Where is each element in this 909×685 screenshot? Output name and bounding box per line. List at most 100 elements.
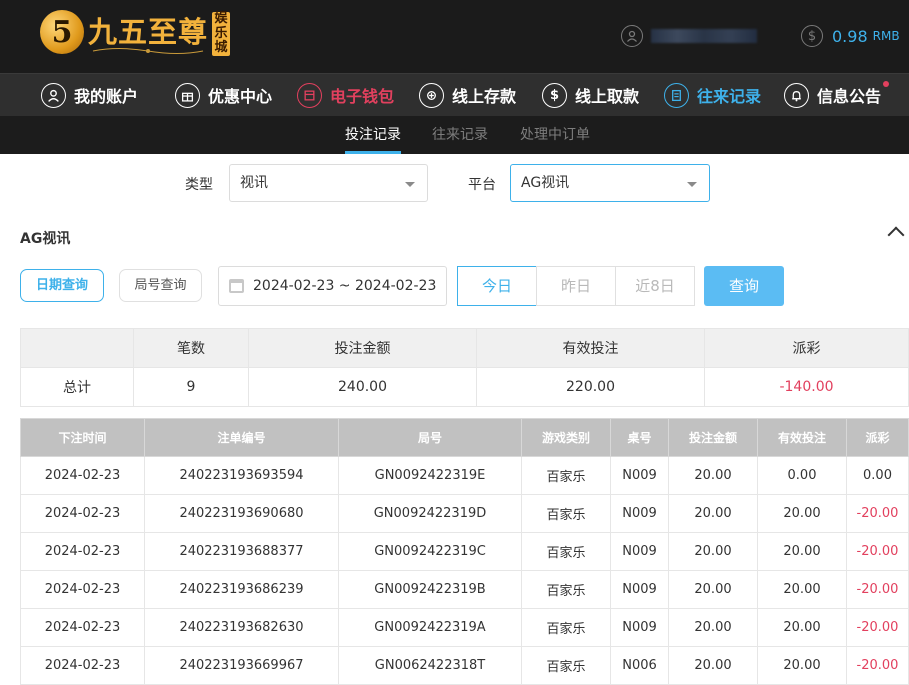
yesterday-button[interactable]: 昨日 — [536, 266, 616, 306]
top-bar: 5 九五至尊 娱乐城 $ 0.98 RMB — [0, 0, 909, 73]
cell-bet-amount: 20.00 — [668, 532, 758, 571]
nav-label: 信息公告 — [817, 87, 882, 106]
date-query-button[interactable]: 日期查询 — [20, 269, 104, 302]
platform-select[interactable]: AG视讯 — [510, 164, 710, 202]
summary-header-row: 笔数 投注金额 有效投注 派彩 — [20, 328, 909, 368]
gift-icon — [175, 82, 200, 108]
chevron-down-icon — [405, 182, 415, 187]
username-redacted — [651, 29, 757, 43]
records-header-row: 下注时间 注单编号 局号 游戏类别 桌号 投注金额 有效投注 派彩 — [20, 418, 909, 457]
round-query-button[interactable]: 局号查询 — [119, 269, 202, 302]
cell-game-type: 百家乐 — [521, 532, 611, 571]
nav-label: 我的账户 — [74, 87, 139, 106]
cell-round-id: GN0092422319B — [338, 570, 522, 609]
summary-label: 总计 — [20, 367, 134, 407]
cell-bet-amount: 20.00 — [668, 456, 758, 495]
cell-payout: -20.00 — [846, 608, 909, 647]
cell-bet-amount: 20.00 — [668, 570, 758, 609]
cell-payout: -20.00 — [846, 532, 909, 571]
nav-label: 优惠中心 — [208, 87, 273, 106]
nav-label: 线上取款 — [575, 87, 640, 106]
summary-header: 投注金额 — [248, 328, 477, 368]
table-row[interactable]: 2024-02-23 240223193686239 GN0092422319B 百家… — [20, 570, 909, 609]
table-row[interactable]: 2024-02-23 240223193693594 GN0092422319E 百家… — [20, 456, 909, 495]
cell-bet-id: 240223193693594 — [144, 456, 339, 495]
type-select-value: 视讯 — [240, 175, 268, 191]
cell-bet-time: 2024-02-23 — [20, 608, 145, 647]
platform-label: 平台 — [468, 177, 496, 193]
cell-bet-time: 2024-02-23 — [20, 494, 145, 533]
cell-table-id: N009 — [610, 494, 669, 533]
summary-payout: -140.00 — [704, 367, 909, 407]
section-title: AG视讯 — [20, 231, 71, 247]
cell-valid-bet: 20.00 — [757, 608, 847, 647]
balance: $ 0.98 RMB — [801, 25, 900, 47]
column-header[interactable]: 注单编号 — [144, 418, 339, 457]
nav-label: 电子钱包 — [330, 87, 395, 106]
cell-valid-bet: 20.00 — [757, 532, 847, 571]
tab-transactions[interactable]: 往来记录 — [432, 116, 488, 154]
cell-bet-amount: 20.00 — [668, 608, 758, 647]
type-label: 类型 — [185, 177, 213, 193]
column-header[interactable]: 派彩 — [846, 418, 909, 457]
cell-bet-id: 240223193682630 — [144, 608, 339, 647]
summary-table: 笔数 投注金额 有效投注 派彩 总计 9 240.00 220.00 -140.… — [20, 328, 909, 407]
nav-item-announcements[interactable]: 信息公告 — [784, 74, 890, 116]
column-header[interactable]: 局号 — [338, 418, 522, 457]
nav-label: 线上存款 — [452, 87, 517, 106]
query-button[interactable]: 查询 — [704, 266, 784, 306]
table-row[interactable]: 2024-02-23 240223193682630 GN0092422319A 百家… — [20, 608, 909, 647]
last-8-days-button[interactable]: 近8日 — [615, 266, 695, 306]
column-header[interactable]: 下注时间 — [20, 418, 145, 457]
summary-valid: 220.00 — [476, 367, 705, 407]
main-nav: 我的账户 优惠中心 电子钱包 线上存款 $ 线上取款 往来记录 信息公告 — [0, 73, 909, 116]
wallet-icon — [297, 82, 322, 108]
dollar-icon: $ — [801, 25, 823, 47]
nav-label: 往来记录 — [697, 87, 762, 106]
summary-row: 总计 9 240.00 220.00 -140.00 — [20, 367, 909, 407]
column-header[interactable]: 有效投注 — [757, 418, 847, 457]
user-icon — [621, 25, 643, 47]
cell-round-id: GN0092422319C — [338, 532, 522, 571]
table-row[interactable]: 2024-02-23 240223193688377 GN0092422319C 百家… — [20, 532, 909, 571]
column-header[interactable]: 投注金额 — [668, 418, 758, 457]
date-range-picker[interactable]: 2024-02-23 ~ 2024-02-23 — [218, 266, 447, 306]
cell-bet-amount: 20.00 — [668, 494, 758, 533]
logo-ornament — [92, 48, 204, 54]
record-icon — [664, 82, 689, 108]
tab-bet-records[interactable]: 投注记录 — [345, 116, 401, 154]
balance-unit: RMB — [872, 29, 900, 43]
nav-item-promotions[interactable]: 优惠中心 — [175, 74, 272, 116]
column-header[interactable]: 桌号 — [610, 418, 669, 457]
nav-item-account[interactable]: 我的账户 — [41, 74, 138, 116]
nav-item-records[interactable]: 往来记录 — [664, 74, 761, 116]
cell-table-id: N009 — [610, 570, 669, 609]
column-header[interactable]: 游戏类别 — [521, 418, 611, 457]
cell-bet-id: 240223193688377 — [144, 532, 339, 571]
user-icon — [41, 82, 66, 108]
cell-payout: -20.00 — [846, 494, 909, 533]
cell-payout: -20.00 — [846, 570, 909, 609]
nav-item-deposit[interactable]: 线上存款 — [419, 74, 516, 116]
balance-amount: 0.98 — [832, 26, 868, 46]
summary-header — [20, 328, 134, 368]
nav-item-withdraw[interactable]: $ 线上取款 — [542, 74, 639, 116]
cell-game-type: 百家乐 — [521, 456, 611, 495]
summary-header: 有效投注 — [476, 328, 705, 368]
cell-game-type: 百家乐 — [521, 608, 611, 647]
cell-round-id: GN0092422319D — [338, 494, 522, 533]
sub-nav: 投注记录 往来记录 处理中订单 — [0, 116, 909, 154]
nav-item-wallet[interactable]: 电子钱包 — [297, 74, 394, 116]
tab-pending-orders[interactable]: 处理中订单 — [520, 116, 590, 154]
today-button[interactable]: 今日 — [457, 266, 537, 306]
withdraw-icon: $ — [542, 82, 567, 108]
cell-round-id: GN0092422319A — [338, 608, 522, 647]
cell-valid-bet: 20.00 — [757, 570, 847, 609]
table-row[interactable]: 2024-02-23 240223193690680 GN0092422319D 百家… — [20, 494, 909, 533]
user-info[interactable] — [621, 25, 757, 47]
cell-bet-time: 2024-02-23 — [20, 456, 145, 495]
chevron-down-icon — [687, 182, 697, 187]
chevron-up-icon[interactable] — [887, 226, 905, 244]
cell-bet-time: 2024-02-23 — [20, 532, 145, 571]
type-select[interactable]: 视讯 — [229, 164, 428, 202]
